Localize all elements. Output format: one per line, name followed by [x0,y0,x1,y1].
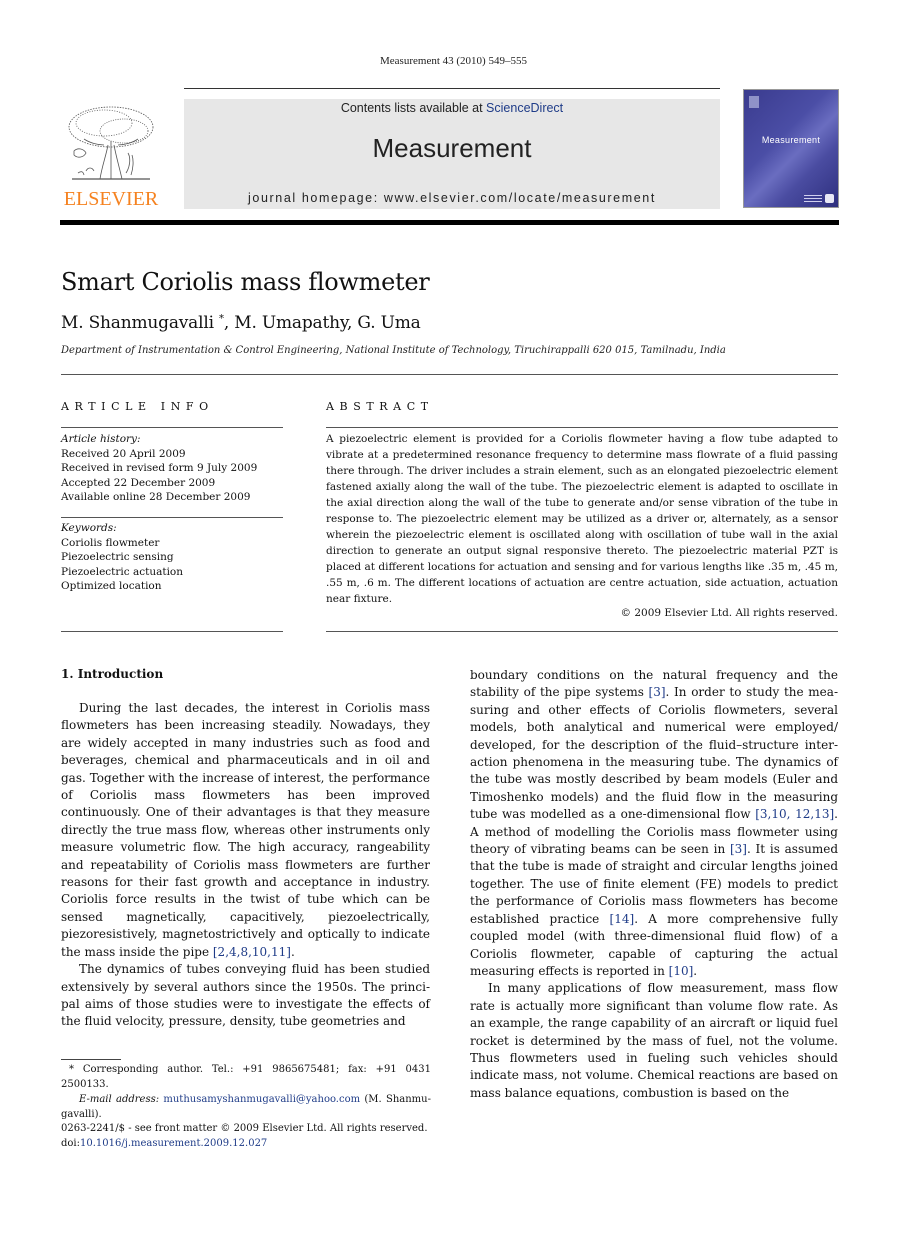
reference-link[interactable]: [3] [649,685,666,699]
abstract-copyright: © 2009 Elsevier Ltd. All rights reserved… [620,607,838,619]
paragraph-text: . [290,944,295,959]
paragraph-text: During the last decades, the interest in… [61,701,430,959]
doi-prefix: doi: [61,1138,80,1149]
reference-link[interactable]: [14] [610,912,635,926]
article-history-label: Article history: [61,433,141,445]
cover-badge-icon [825,194,834,203]
keyword-item[interactable]: Optimized location [61,579,283,594]
header-thick-rule [60,220,839,225]
sciencedirect-link[interactable]: ScienceDirect [486,101,563,115]
article-title: Smart Coriolis mass flowmeter [61,268,430,296]
doi-line: doi:10.1016/j.measurement.2009.12.027 [61,1136,441,1151]
cover-title: Measurement [761,135,821,145]
journal-homepage-link[interactable]: journal homepage: www.elsevier.com/locat… [184,191,720,205]
paragraph: In many applications of flow measurement… [470,981,838,1100]
keyword-item[interactable]: Piezoelectric actuation [61,565,283,580]
affiliation: Department of Instrumentation & Control … [61,345,726,356]
footnote-email-line: E-mail address: muthusamyshanmugavalli@y… [61,1092,431,1122]
history-item: Accepted 22 December 2009 [61,476,216,489]
elsevier-logo[interactable]: ELSEVIER [60,95,162,210]
contents-prefix: Contents lists available at [340,101,487,115]
cover-publisher-icon [749,96,759,108]
header-rule [184,88,720,89]
journal-citation: Measurement 43 (2010) 549–555 [380,55,527,67]
journal-cover-image[interactable]: Measurement [743,89,839,208]
doi-link[interactable]: 10.1016/j.measurement.2009.12.027 [80,1138,267,1149]
abstract-text: A piezoelectric element is provided for … [326,433,838,605]
history-item: Available online 28 December 2009 [61,491,251,503]
abstract-heading: ABSTRACT [326,400,434,413]
other-authors[interactable]: , M. Umapathy, G. Uma [224,313,421,333]
abstract-bottom-rule [326,631,838,632]
email-link[interactable]: muthusamyshanmugavalli@yahoo.com [163,1094,360,1105]
article-info-bottom-rule [61,631,283,632]
keyword-item[interactable]: Coriolis flowmeter [61,536,283,551]
keywords-label: Keywords: [61,522,117,534]
footnote-contact: * Corresponding author. Tel.: +91 986567… [61,1064,431,1090]
abstract-rule [326,427,838,428]
elsevier-tree-icon [68,106,154,180]
author-list: M. Shanmugavalli *, M. Umapathy, G. Uma [61,313,421,333]
paragraph: During the last decades, the interest in… [61,700,430,961]
paragraph: The dynamics of tubes conveying fluid ha… [61,962,430,1029]
body-right-column: boundary conditions on the natural frequ… [470,667,838,1102]
article-info-rule [61,427,283,428]
paragraph-text: . In order to study the mea­suring and o… [470,685,838,822]
corresponding-author-footnote: * Corresponding author. Tel.: +91 986567… [61,1062,431,1122]
journal-banner: Contents lists available at ScienceDirec… [184,99,720,209]
history-item: Received 20 April 2009 [61,447,186,460]
reference-link[interactable]: [3] [730,842,747,856]
body-left-column: During the last decades, the interest in… [61,700,430,1031]
author-1[interactable]: M. Shanmugavalli [61,313,219,333]
issn-line: 0263-2241/$ - see front matter © 2009 El… [61,1123,428,1134]
footnote-rule [61,1059,121,1060]
reference-link[interactable]: [10] [669,964,694,978]
front-matter: 0263-2241/$ - see front matter © 2009 El… [61,1121,441,1151]
paragraph: boundary conditions on the natural frequ… [470,667,838,980]
email-label: E-mail address: [79,1094,164,1105]
keyword-item[interactable]: Piezoelectric sensing [61,550,283,565]
keywords-block: Keywords: Coriolis flowmeter Piezoelectr… [61,521,283,594]
journal-name: Measurement [372,133,532,163]
reference-link[interactable]: [2,4,8,10,11] [213,945,291,959]
section-heading-introduction: 1. Introduction [61,667,164,681]
elsevier-wordmark: ELSEVIER [63,188,159,210]
paragraph-text: . [693,963,698,978]
title-divider [61,374,838,375]
reference-link[interactable]: [3,10, 12,13] [755,807,834,821]
cover-imprint-lines [804,195,822,202]
keywords-rule [61,517,283,518]
article-history: Article history: Received 20 April 2009 … [61,432,283,505]
history-item: Received in revised form 9 July 2009 [61,462,258,474]
article-info-heading: ARTICLE INFO [61,400,214,413]
contents-line: Contents lists available at ScienceDirec… [184,101,720,115]
